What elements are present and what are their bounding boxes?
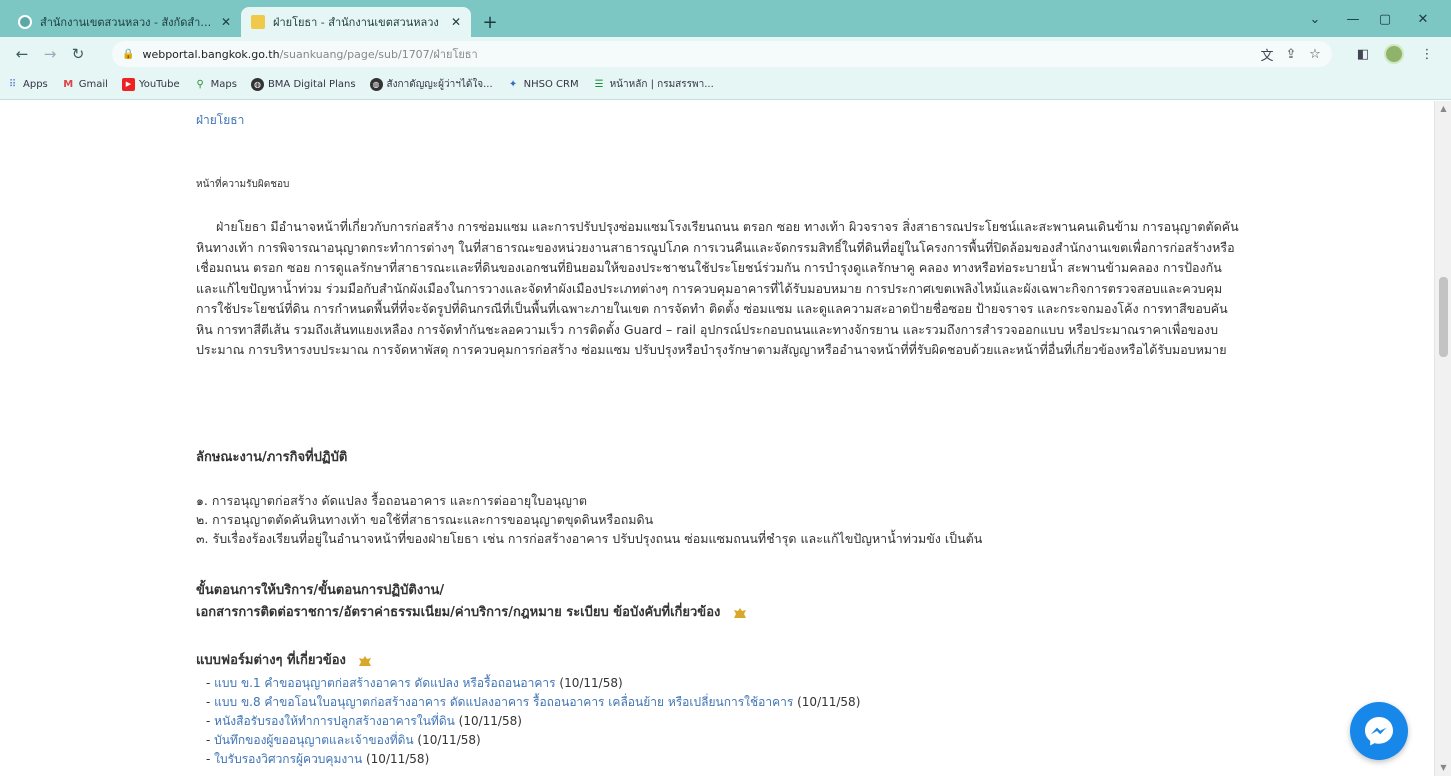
messenger-chat-button[interactable] (1350, 702, 1408, 760)
form-link[interactable]: ใบรับรองวิศวกรผู้ควบคุมงาน (214, 752, 362, 766)
bookmark-governor[interactable]: ◍ สังกาดัญญะผู้ว่าฯได้ใจ... (369, 77, 493, 92)
lock-icon: 🔒 (122, 48, 135, 60)
list-item: - แบบ ข.8 คำขอโอนใบอนุญาตก่อสร้างอาคาร ด… (206, 695, 861, 709)
maps-icon: ⚲ (196, 79, 204, 90)
avatar[interactable] (1384, 44, 1404, 64)
new-tab-button[interactable]: + (478, 10, 502, 34)
reload-button[interactable]: ↻ (66, 42, 90, 66)
tab-suanluang-home[interactable]: สำนักงานเขตสวนหลวง - สังกัดสำนัก… ✕ (8, 7, 241, 37)
breadcrumb[interactable]: ฝ่ายโยธา (196, 111, 244, 130)
address-bar[interactable]: 🔒 webportal.bangkok.go.th/suankuang/page… (112, 41, 1332, 67)
site-favicon-icon (251, 15, 265, 29)
list-item: ๒. การอนุญาตตัดคันหินทางเท้า ขอใช้ที่สาธ… (196, 512, 654, 527)
close-tab-icon[interactable]: ✕ (221, 15, 231, 29)
list-item: - หนังสือรับรองให้ทำการปลูกสร้างอาคารในท… (206, 714, 522, 728)
bookmarks-bar: ⠿ Apps M Gmail ▶ YouTube ⚲ Maps ◍ BMA Di… (0, 70, 1451, 100)
mission-list: ๑. การอนุญาตก่อสร้าง ดัดแปลง รื้อถอนอาคา… (196, 491, 982, 548)
forms-list: - แบบ ข.1 คำขออนุญาตก่อสร้างอาคาร ดัดแปล… (206, 674, 860, 769)
scroll-up-icon[interactable]: ▲ (1435, 101, 1451, 117)
bookmark-maps[interactable]: ⚲ Maps (194, 78, 237, 91)
menu-icon[interactable]: ⋮ (1416, 43, 1438, 65)
tab-strip: สำนักงานเขตสวนหลวง - สังกัดสำนัก… ✕ ฝ่าย… (0, 0, 1451, 37)
close-window-button[interactable]: ✕ (1400, 6, 1446, 32)
close-tab-icon[interactable]: ✕ (451, 15, 461, 29)
bookmark-star-icon[interactable]: ☆ (1304, 43, 1326, 65)
garuda-crest-icon (733, 607, 746, 618)
tab-civil-works[interactable]: ฝ่ายโยธา - สำนักงานเขตสวนหลวง ✕ (241, 7, 471, 37)
scrollbar-thumb[interactable] (1439, 277, 1448, 357)
bookmark-youtube[interactable]: ▶ YouTube (121, 78, 180, 91)
list-item: ๓. รับเรื่องร้องเรียนที่อยู่ในอำนาจหน้าท… (196, 531, 983, 546)
site-favicon-icon (18, 15, 32, 29)
mission-heading: ลักษณะงาน/ภารกิจที่ปฏิบัติ (196, 450, 348, 465)
bookmark-nhso-crm[interactable]: ✦ NHSO CRM (507, 78, 579, 91)
scroll-down-icon[interactable]: ▼ (1435, 760, 1451, 776)
vertical-scrollbar[interactable]: ▲ ▼ (1434, 101, 1451, 776)
intro-paragraph: ฝ่ายโยธา มีอำนาจหน้าที่เกี่ยวกับการก่อสร… (196, 219, 1239, 357)
form-link[interactable]: แบบ ข.8 คำขอโอนใบอนุญาตก่อสร้างอาคาร ดัด… (214, 695, 793, 709)
tab-title: ฝ่ายโยธา - สำนักงานเขตสวนหลวง (273, 16, 439, 29)
messenger-icon (1365, 717, 1393, 746)
bookmark-gmail[interactable]: M Gmail (62, 78, 108, 91)
list-item: - บันทึกของผู้ขออนุญาตและเจ้าของที่ดิน (… (206, 733, 481, 747)
bookmark-revenue-dept[interactable]: ☰ หน้าหลัก | กรมสรรพา... (593, 77, 714, 92)
side-panel-icon[interactable]: ◧ (1352, 43, 1374, 65)
back-button[interactable]: ← (10, 42, 34, 66)
list-item: ๑. การอนุญาตก่อสร้าง ดัดแปลง รื้อถอนอาคา… (196, 493, 588, 508)
procedure-heading-line2: เอกสารการติดต่อราชการ/อัตราค่าธรรมเนียม/… (196, 601, 747, 622)
bookmark-apps[interactable]: ⠿ Apps (6, 78, 48, 91)
bookmark-bma-digital-plans[interactable]: ◍ BMA Digital Plans (250, 78, 356, 91)
form-link[interactable]: หนังสือรับรองให้ทำการปลูกสร้างอาคารในที่… (214, 714, 455, 728)
forms-heading: แบบฟอร์มต่างๆ ที่เกี่ยวข้อง (196, 649, 372, 670)
form-link[interactable]: บันทึกของผู้ขออนุญาตและเจ้าของที่ดิน (214, 733, 413, 747)
url-path: /suankuang/page/sub/1707/ฝ่ายโยธา (279, 48, 478, 61)
tab-title: สำนักงานเขตสวนหลวง - สังกัดสำนัก… (40, 16, 213, 29)
form-link[interactable]: แบบ ข.1 คำขออนุญาตก่อสร้างอาคาร ดัดแปลง … (214, 676, 555, 690)
garuda-crest-icon (359, 655, 372, 666)
globe-icon: ◍ (250, 78, 264, 91)
browser-toolbar: ← → ↻ 🔒 webportal.bangkok.go.th/suankuan… (0, 37, 1451, 70)
url-host: webportal.bangkok.go.th (142, 47, 280, 61)
apps-grid-icon: ⠿ (8, 79, 17, 90)
page-viewport: ฝ่ายโยธา หน้าที่ความรับผิดชอบ ฝ่ายโยธา ม… (0, 101, 1434, 776)
list-item: - ใบรับรองวิศวกรผู้ควบคุมงาน (10/11/58) (206, 752, 430, 766)
globe-icon: ◍ (369, 78, 383, 91)
sheet-icon: ☰ (594, 79, 604, 90)
translate-icon[interactable]: 文 (1256, 43, 1278, 65)
nhso-icon: ✦ (508, 79, 518, 90)
share-icon[interactable]: ⇪ (1280, 43, 1302, 65)
list-item: - แบบ ข.1 คำขออนุญาตก่อสร้างอาคาร ดัดแปล… (206, 676, 623, 690)
gmail-icon: M (63, 79, 74, 90)
duty-heading: หน้าที่ความรับผิดชอบ (196, 179, 290, 190)
procedure-heading-line1: ขั้นตอนการให้บริการ/ขั้นตอนการปฏิบัติงาน… (196, 583, 445, 598)
youtube-icon: ▶ (121, 78, 135, 91)
forward-button[interactable]: → (38, 42, 62, 66)
